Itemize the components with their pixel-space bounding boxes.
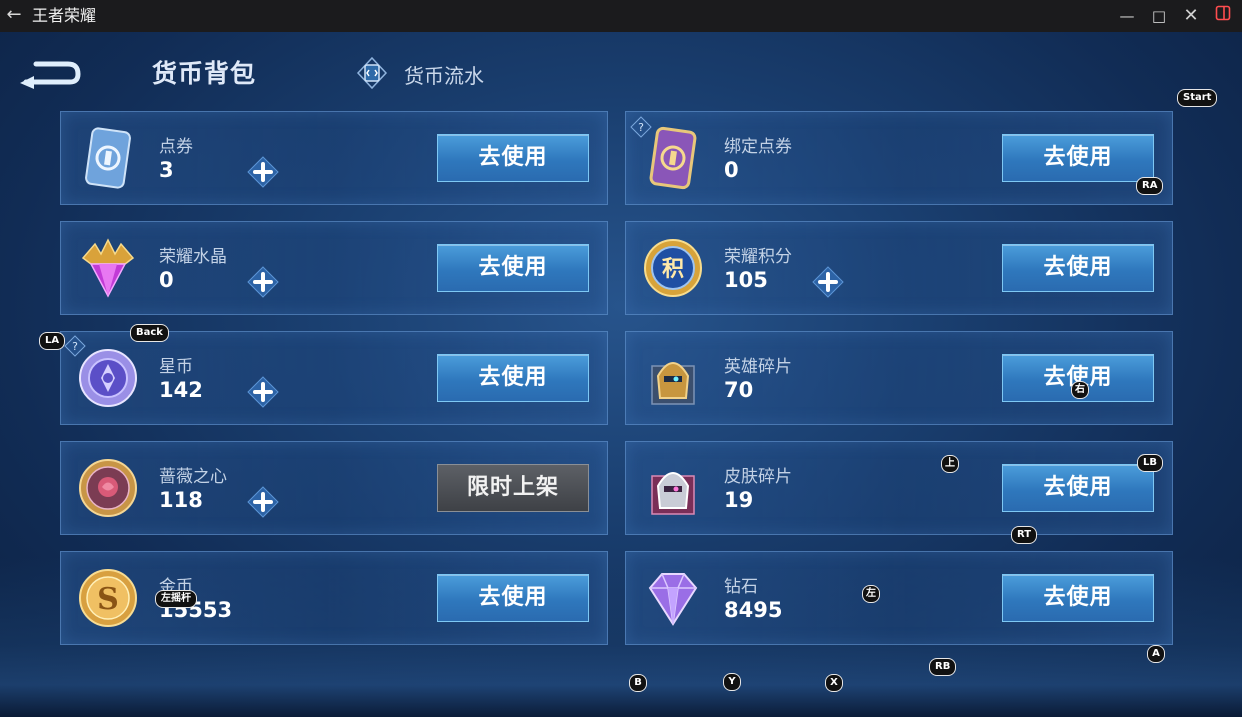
use-star-coin-button[interactable]: 去使用: [437, 354, 589, 402]
use-bound-voucher-button[interactable]: 去使用: [1002, 134, 1154, 182]
pad-label-left-stick: 左摇杆: [155, 590, 197, 608]
currency-value: 70: [724, 378, 754, 402]
limited-time-button[interactable]: 限时上架: [437, 464, 589, 512]
pad-label-la: LA: [39, 332, 66, 350]
window-title: 王者荣耀: [32, 6, 97, 25]
bound-voucher-card-icon: [640, 126, 706, 190]
currency-card-rose-heart: 蔷薇之心 118 限时上架: [60, 441, 608, 535]
add-glory-crystal-button[interactable]: [247, 266, 279, 298]
svg-text:积: 积: [662, 257, 684, 282]
currency-name: 皮肤碎片: [724, 467, 792, 487]
glory-points-icon: 积: [640, 236, 706, 300]
currency-value: 142: [159, 378, 203, 402]
maximize-button[interactable]: □: [1146, 4, 1172, 28]
window-back-icon[interactable]: ←: [4, 4, 24, 26]
pad-label-lb: LB: [1137, 454, 1163, 472]
gold-coin-icon: S: [75, 566, 141, 630]
tab-currency-bag[interactable]: 货币背包: [152, 54, 256, 90]
pad-label-ra: RA: [1136, 177, 1164, 195]
currency-card-gold-coin: S 金币 15553 去使用: [60, 551, 608, 645]
tab-currency-flow[interactable]: 货币流水: [404, 60, 484, 89]
currency-name: 蔷薇之心: [159, 467, 227, 487]
voucher-card-icon: [75, 126, 141, 190]
currency-name: 绑定点券: [724, 137, 792, 157]
currency-card-glory-crystal: 荣耀水晶 0 去使用: [60, 221, 608, 315]
currency-value: 3: [159, 158, 174, 182]
pad-label-x: X: [825, 674, 843, 692]
use-glory-points-button[interactable]: 去使用: [1002, 244, 1154, 292]
add-star-coin-button[interactable]: [247, 376, 279, 408]
currency-card-star-coin: 星币 142 去使用: [60, 331, 608, 425]
currency-card-hero-fragment: 英雄碎片 70 去使用: [625, 331, 1173, 425]
app-window: ← 王者荣耀 — □ ✕ 货币背包 货币流水 点券 3 去使用 ? 绑定点券 0…: [0, 0, 1242, 717]
title-bar: ← 王者荣耀 — □ ✕: [0, 0, 1242, 32]
svg-text:?: ?: [72, 340, 78, 353]
pad-label-rb: RB: [929, 658, 957, 676]
pad-label-back: Back: [130, 324, 169, 342]
currency-card-skin-fragment: 皮肤碎片 19 去使用: [625, 441, 1173, 535]
svg-text:S: S: [97, 582, 119, 617]
hero-fragment-icon: [640, 346, 706, 410]
currency-value: 0: [159, 268, 174, 292]
currency-value: 8495: [724, 598, 783, 622]
currency-name: 星币: [159, 357, 193, 377]
currency-name: 荣耀积分: [724, 247, 792, 267]
currency-name: 英雄碎片: [724, 357, 792, 377]
use-skin-fragment-button[interactable]: 去使用: [1002, 464, 1154, 512]
pad-label-start: Start: [1177, 89, 1218, 107]
currency-flow-icon[interactable]: [356, 56, 388, 90]
skin-fragment-icon: [640, 456, 706, 520]
back-arrow-icon[interactable]: [18, 56, 82, 90]
sidebar-toggle-icon[interactable]: [1210, 4, 1236, 28]
currency-value: 0: [724, 158, 739, 182]
currency-card-diamond: 钻石 8495 去使用: [625, 551, 1173, 645]
currency-card-glory-points: 积 荣耀积分 105 去使用: [625, 221, 1173, 315]
minimize-button[interactable]: —: [1114, 4, 1140, 28]
currency-card-voucher: 点券 3 去使用: [60, 111, 608, 205]
glory-crystal-icon: [75, 236, 141, 300]
pad-label-rt: RT: [1011, 526, 1038, 544]
diamond-icon: [640, 566, 706, 630]
pad-label-right: 右: [1071, 381, 1089, 399]
add-voucher-button[interactable]: [247, 156, 279, 188]
rose-heart-icon: [75, 456, 141, 520]
currency-value: 105: [724, 268, 768, 292]
use-voucher-button[interactable]: 去使用: [437, 134, 589, 182]
help-icon[interactable]: ?: [64, 335, 86, 357]
pad-label-y: Y: [723, 673, 741, 691]
currency-name: 钻石: [724, 577, 758, 597]
use-glory-crystal-button[interactable]: 去使用: [437, 244, 589, 292]
use-diamond-button[interactable]: 去使用: [1002, 574, 1154, 622]
pad-label-up: 上: [941, 455, 959, 473]
pad-label-b: B: [629, 674, 647, 692]
currency-name: 荣耀水晶: [159, 247, 227, 267]
currency-card-bound-voucher: ? 绑定点券 0 去使用: [625, 111, 1173, 205]
currency-value: 19: [724, 488, 754, 512]
add-glory-points-button[interactable]: [812, 266, 844, 298]
currency-value: 118: [159, 488, 203, 512]
add-rose-heart-button[interactable]: [247, 486, 279, 518]
currency-name: 点券: [159, 137, 193, 157]
close-button[interactable]: ✕: [1178, 4, 1204, 28]
currency-bag-screen: 货币背包 货币流水 点券 3 去使用 ? 绑定点券 0 去使用 荣耀水晶 0 去…: [0, 32, 1242, 717]
pad-label-left: 左: [862, 585, 880, 603]
pad-label-a: A: [1147, 645, 1165, 663]
use-gold-coin-button[interactable]: 去使用: [437, 574, 589, 622]
